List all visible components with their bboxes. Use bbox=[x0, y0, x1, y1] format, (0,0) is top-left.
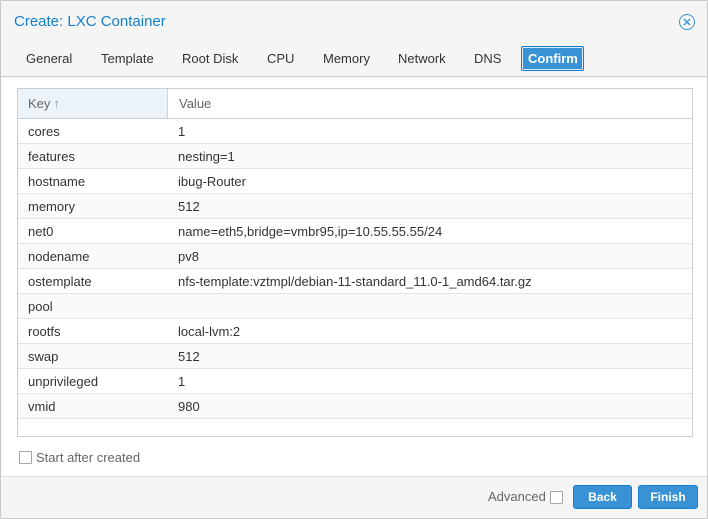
row-value: name=eth5,bridge=vmbr95,ip=10.55.55.55/2… bbox=[178, 224, 443, 239]
sort-ascending-icon: ↑ bbox=[53, 96, 60, 111]
row-value: nesting=1 bbox=[178, 149, 235, 164]
table-row[interactable]: nodename pv8 bbox=[18, 244, 692, 269]
advanced-toggle[interactable]: Advanced bbox=[488, 489, 563, 505]
row-key: rootfs bbox=[28, 324, 61, 339]
row-key: hostname bbox=[28, 174, 86, 189]
table-row[interactable]: hostname ibug-Router bbox=[18, 169, 692, 194]
start-after-created-label: Start after created bbox=[36, 450, 141, 466]
advanced-label: Advanced bbox=[488, 489, 546, 504]
row-key: vmid bbox=[28, 399, 56, 414]
grid-rows: cores 1 features nesting=1 hostname ibug-Ro… bbox=[18, 119, 692, 419]
column-header-key[interactable]: Key ↑ bbox=[18, 89, 168, 118]
row-value: 1 bbox=[178, 374, 186, 389]
create-lxc-dialog: Create: LXC Container General Template R… bbox=[0, 0, 708, 519]
dialog-footer: Advanced Back Finish bbox=[1, 476, 707, 518]
table-row[interactable]: vmid 980 bbox=[18, 394, 692, 419]
tab-root-disk[interactable]: Root Disk bbox=[176, 46, 244, 71]
row-key: cores bbox=[28, 124, 60, 139]
row-key: features bbox=[28, 149, 75, 164]
table-row[interactable]: cores 1 bbox=[18, 119, 692, 144]
wizard-tabs: General Template Root Disk CPU Memory Ne… bbox=[1, 43, 707, 77]
row-key: swap bbox=[28, 349, 59, 364]
row-key: unprivileged bbox=[28, 374, 99, 389]
close-icon[interactable] bbox=[679, 14, 695, 30]
tab-cpu[interactable]: CPU bbox=[261, 46, 300, 71]
dialog-title: Create: LXC Container bbox=[14, 13, 166, 30]
summary-grid: Key ↑ Value cores 1 features nesting=1 host… bbox=[17, 88, 693, 437]
back-button[interactable]: Back bbox=[573, 485, 632, 509]
tab-confirm[interactable]: Confirm bbox=[521, 46, 584, 71]
grid-header: Key ↑ Value bbox=[18, 89, 692, 119]
row-value: local-lvm:2 bbox=[178, 324, 241, 339]
tab-memory[interactable]: Memory bbox=[317, 46, 376, 71]
column-header-value[interactable]: Value bbox=[169, 89, 691, 118]
confirm-panel: Key ↑ Value cores 1 features nesting=1 host… bbox=[2, 78, 707, 476]
row-value: 512 bbox=[178, 199, 200, 214]
row-key: net0 bbox=[28, 224, 54, 239]
table-row[interactable]: memory 512 bbox=[18, 194, 692, 219]
row-value: 512 bbox=[178, 349, 200, 364]
row-key: nodename bbox=[28, 249, 90, 264]
row-value: ibug-Router bbox=[178, 174, 246, 189]
finish-button[interactable]: Finish bbox=[638, 485, 698, 509]
tab-dns[interactable]: DNS bbox=[468, 46, 507, 71]
column-value-label: Value bbox=[179, 96, 212, 111]
row-value: pv8 bbox=[178, 249, 199, 264]
tab-template[interactable]: Template bbox=[95, 46, 160, 71]
table-row[interactable]: pool bbox=[18, 294, 692, 319]
dialog-titlebar: Create: LXC Container bbox=[1, 1, 707, 43]
table-row[interactable]: swap 512 bbox=[18, 344, 692, 369]
table-row[interactable]: rootfs local-lvm:2 bbox=[18, 319, 692, 344]
advanced-checkbox[interactable] bbox=[549, 491, 563, 505]
start-after-created-box[interactable] bbox=[19, 451, 32, 465]
tab-general[interactable]: General bbox=[20, 46, 78, 71]
row-value: 1 bbox=[178, 124, 186, 139]
table-row[interactable]: unprivileged 1 bbox=[18, 369, 692, 394]
tab-network[interactable]: Network bbox=[392, 46, 452, 71]
row-value: 980 bbox=[178, 399, 200, 414]
table-row[interactable]: net0 name=eth5,bridge=vmbr95,ip=10.55.55.… bbox=[18, 219, 692, 244]
row-key: ostemplate bbox=[28, 274, 92, 289]
table-row[interactable]: ostemplate nfs-template:vztmpl/debian-11-… bbox=[18, 269, 692, 294]
table-row[interactable]: features nesting=1 bbox=[18, 144, 692, 169]
row-key: pool bbox=[28, 299, 53, 314]
column-key-label: Key bbox=[28, 96, 51, 111]
row-value: nfs-template:vztmpl/debian-11-standard_1… bbox=[178, 274, 532, 289]
start-after-created-checkbox[interactable]: Start after created bbox=[19, 449, 141, 466]
row-key: memory bbox=[28, 199, 75, 214]
